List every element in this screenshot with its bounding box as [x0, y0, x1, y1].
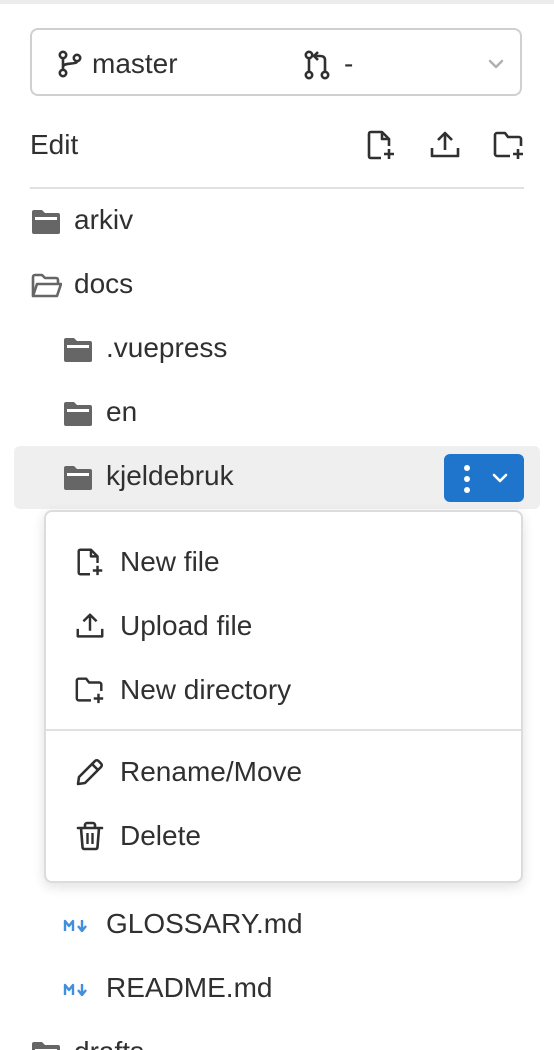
folder-icon — [30, 1040, 62, 1050]
menu-item-new-directory[interactable]: New directory — [46, 658, 521, 722]
folder-icon — [62, 400, 94, 428]
upload-file-button[interactable] — [428, 128, 462, 162]
menu-item-label: Rename/Move — [120, 756, 303, 787]
tree-item-arkiv[interactable]: arkiv — [0, 188, 554, 252]
tree-item-drafts[interactable]: drafts — [0, 1020, 554, 1050]
merge-request-value: - — [344, 48, 354, 79]
chevron-down-icon — [486, 54, 506, 74]
markdown-icon — [62, 978, 94, 1006]
menu-divider — [46, 729, 521, 731]
folder-icon — [62, 336, 94, 364]
pencil-icon — [74, 756, 106, 788]
branch-name: master — [92, 48, 178, 79]
trash-icon — [74, 820, 106, 852]
new-file-button[interactable] — [364, 128, 398, 162]
tree-item-label: GLOSSARY.md — [106, 908, 303, 939]
folder-icon — [30, 208, 62, 236]
upload-icon — [74, 610, 106, 642]
kebab-icon — [462, 464, 472, 494]
upload-icon — [428, 128, 462, 162]
menu-item-label: Delete — [120, 820, 201, 851]
menu-item-new-file[interactable]: New file — [46, 530, 521, 594]
tree-item-label: drafts — [74, 1035, 144, 1050]
folder-icon — [62, 464, 94, 492]
folder-open-icon — [30, 272, 62, 300]
branch-selector[interactable]: master - — [30, 28, 522, 96]
new-directory-icon — [492, 128, 526, 162]
new-file-icon — [364, 128, 398, 162]
top-border — [0, 0, 554, 4]
new-directory-icon — [74, 674, 106, 706]
edit-label: Edit — [30, 129, 79, 160]
menu-item-label: New file — [120, 546, 220, 577]
tree-item-readme[interactable]: README.md — [0, 956, 554, 1020]
context-menu: New file Upload file New directory Renam… — [44, 510, 523, 883]
tree-item-label: docs — [74, 268, 134, 299]
new-file-icon — [74, 546, 106, 578]
menu-item-upload-file[interactable]: Upload file — [46, 594, 521, 658]
markdown-icon — [62, 914, 94, 942]
tree-item-label: .vuepress — [106, 332, 228, 363]
menu-item-label: Upload file — [120, 610, 253, 641]
tree-item-label: README.md — [106, 972, 273, 1003]
item-actions-button[interactable] — [444, 454, 524, 502]
menu-item-delete[interactable]: Delete — [46, 804, 521, 868]
merge-request-icon — [302, 50, 332, 80]
tree-item-label: arkiv — [74, 204, 134, 235]
tree-item-docs[interactable]: docs — [0, 252, 554, 316]
new-directory-button[interactable] — [492, 128, 526, 162]
tree-item-label: kjeldebruk — [106, 460, 234, 491]
menu-item-label: New directory — [120, 674, 292, 705]
menu-item-rename-move[interactable]: Rename/Move — [46, 740, 521, 804]
chevron-down-icon — [490, 468, 510, 488]
branch-icon — [56, 50, 84, 78]
tree-item-label: en — [106, 396, 138, 427]
tree-item-glossary[interactable]: GLOSSARY.md — [0, 892, 554, 956]
tree-item-vuepress[interactable]: .vuepress — [0, 316, 554, 380]
tree-item-en[interactable]: en — [0, 380, 554, 444]
